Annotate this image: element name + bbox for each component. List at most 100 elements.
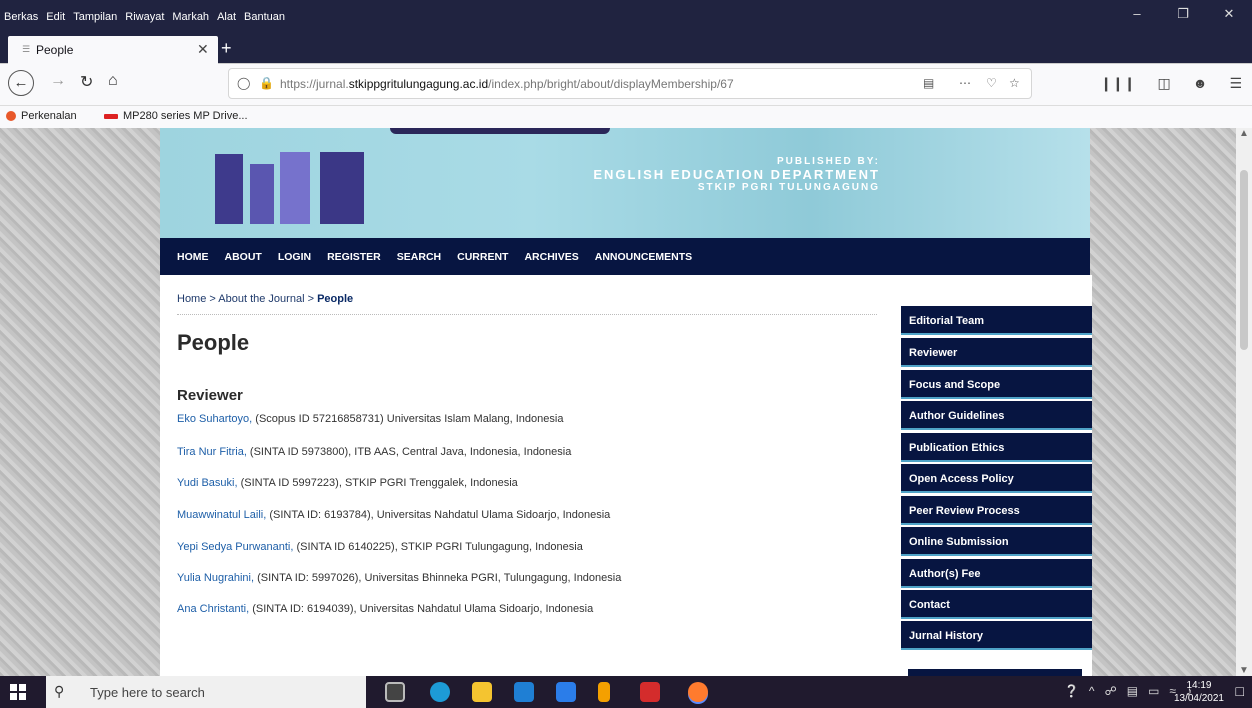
sidebar-item-open-access[interactable]: Open Access Policy (901, 464, 1092, 493)
sidebar-item-online-submission[interactable]: Online Submission (901, 527, 1092, 556)
menu-item-edit[interactable]: Edit (46, 11, 65, 23)
reviewer-name-link[interactable]: Yulia Nugrahini, (177, 572, 254, 584)
sidebar-item-editorial-team[interactable]: Editorial Team (901, 306, 1092, 335)
reload-icon[interactable]: ↻ (80, 72, 93, 92)
logo-bar (320, 152, 364, 224)
tracking-protection-icon[interactable]: ◯ (237, 76, 250, 90)
menu-item-tampilan[interactable]: Tampilan (73, 11, 117, 23)
tray-expand-icon[interactable]: ^ (1089, 684, 1095, 698)
menu-item-riwayat[interactable]: Riwayat (125, 11, 164, 23)
scroll-up-icon[interactable]: ▲ (1239, 128, 1249, 139)
winamp-icon[interactable] (598, 682, 610, 702)
lock-icon[interactable]: 🔒 (259, 76, 274, 90)
bookmark-mp280[interactable]: MP280 series MP Drive... (104, 110, 248, 122)
home-icon[interactable]: ⌂ (108, 72, 118, 90)
journal-banner: PUBLISHED BY: ENGLISH EDUCATION DEPARTME… (160, 128, 1090, 238)
tab-people[interactable]: ☰ People ✕ (8, 36, 218, 64)
sidebar-item-author-fee[interactable]: Author(s) Fee (901, 559, 1092, 588)
sidebar-item-publication-ethics[interactable]: Publication Ethics (901, 433, 1092, 462)
help-icon[interactable]: ❔ (1064, 684, 1079, 698)
page-title: People (177, 330, 250, 355)
dropbox-icon[interactable] (556, 682, 576, 702)
close-tab-icon[interactable]: ✕ (197, 41, 209, 58)
page-favicon-icon: ☰ (22, 44, 31, 54)
breadcrumb-separator: > (206, 293, 219, 305)
bookmark-perkenalan[interactable]: Perkenalan (6, 110, 77, 122)
account-icon[interactable]: ☻ (1193, 75, 1208, 92)
sidebar-item-author-guidelines[interactable]: Author Guidelines (901, 401, 1092, 430)
sidebar-item-reviewer[interactable]: Reviewer (901, 338, 1092, 367)
clock-time: 14:19 (1186, 680, 1212, 691)
reviewer-name-link[interactable]: Yudi Basuki, (177, 477, 238, 489)
sidebar-item-jurnal-history[interactable]: Jurnal History (901, 621, 1092, 650)
menu-item-bantuan[interactable]: Bantuan (244, 11, 285, 23)
nav-login[interactable]: LOGIN (278, 251, 311, 263)
url-text: https://jurnal.stkippgritulungagung.ac.i… (280, 77, 734, 91)
device-icon[interactable]: ☍ (1105, 684, 1117, 698)
reviewer-detail: (SINTA ID 5997223), STKIP PGRI Trenggale… (237, 477, 518, 489)
nav-archives[interactable]: ARCHIVES (524, 251, 578, 263)
breadcrumb: Home > About the Journal > People (177, 293, 353, 305)
list-item: Muawwinatul Laili, (SINTA ID: 6193784), … (177, 509, 610, 521)
menu-item-markah[interactable]: Markah (172, 11, 209, 23)
minimize-icon[interactable]: – (1114, 6, 1160, 22)
reviewer-detail: (SINTA ID: 6193784), Universitas Nahdatu… (266, 509, 611, 521)
page-scrollbar[interactable]: ▲ ▼ (1236, 128, 1252, 676)
breadcrumb-current[interactable]: People (317, 293, 353, 305)
nav-search[interactable]: SEARCH (397, 251, 441, 263)
notifications-icon[interactable]: □ (1236, 683, 1244, 699)
menu-item-berkas[interactable]: Berkas (4, 11, 38, 23)
breadcrumb-separator: > (304, 293, 318, 305)
library-icon[interactable]: ❙❙❙ (1100, 75, 1135, 92)
restore-icon[interactable]: ❐ (1160, 6, 1206, 22)
back-icon[interactable]: ← (8, 70, 34, 96)
hamburger-menu-icon[interactable]: ☰ (1229, 75, 1242, 92)
clock[interactable]: 14:19 13/04/2021 (1174, 679, 1224, 705)
reader-view-icon[interactable]: ▤ (923, 76, 934, 90)
reviewer-name-link[interactable]: Yepi Sedya Purwananti, (177, 541, 293, 553)
acrobat-icon[interactable] (640, 682, 660, 702)
toolbar-right: ❙❙❙ ◫ ☻ ☰ (1100, 75, 1242, 92)
nav-announcements[interactable]: ANNOUNCEMENTS (595, 251, 692, 263)
reviewer-name-link[interactable]: Muawwinatul Laili, (177, 509, 266, 521)
menu-bar: Berkas Edit Tampilan Riwayat Markah Alat… (4, 11, 285, 23)
divider (177, 314, 877, 315)
page-actions-icon[interactable]: ⋯ (959, 76, 971, 90)
close-window-icon[interactable]: ✕ (1206, 6, 1252, 22)
journal-nav: HOME ABOUT LOGIN REGISTER SEARCH CURRENT… (160, 238, 1090, 275)
taskbar-search[interactable]: ⚲ Type here to search (46, 676, 366, 708)
reviewer-name-link[interactable]: Ana Christanti, (177, 603, 249, 615)
bookmark-star-icon[interactable]: ☆ (1009, 76, 1020, 90)
breadcrumb-about[interactable]: About the Journal (218, 293, 304, 305)
taskbar: ⚲ Type here to search ❔ ^ ☍ ▤ ▭ ≈ ♪ 14:1… (0, 676, 1252, 708)
breadcrumb-home[interactable]: Home (177, 293, 206, 305)
nav-home[interactable]: HOME (177, 251, 209, 263)
pocket-icon[interactable]: ♡ (986, 76, 997, 90)
menu-item-alat[interactable]: Alat (217, 11, 236, 23)
sidebar-toggle-icon[interactable]: ◫ (1157, 75, 1170, 92)
battery-icon[interactable]: ▭ (1148, 684, 1159, 698)
new-tab-icon[interactable]: + (221, 38, 232, 59)
forward-icon[interactable]: → (50, 72, 66, 90)
network-status-icon[interactable]: ▤ (1127, 684, 1138, 698)
windows-start-icon[interactable] (10, 684, 26, 700)
nav-about[interactable]: ABOUT (225, 251, 262, 263)
sidebar-item-contact[interactable]: Contact (901, 590, 1092, 619)
sidebar-item-focus-scope[interactable]: Focus and Scope (901, 370, 1092, 399)
url-bar[interactable]: ◯ 🔒 https://jurnal.stkippgritulungagung.… (228, 68, 1032, 99)
nav-current[interactable]: CURRENT (457, 251, 508, 263)
reviewer-name-link[interactable]: Eko Suhartoyo, (177, 413, 252, 425)
logo-bar (250, 164, 274, 224)
scrollbar-thumb[interactable] (1240, 170, 1248, 350)
file-explorer-icon[interactable] (472, 682, 492, 702)
nav-register[interactable]: REGISTER (327, 251, 381, 263)
mail-icon[interactable] (514, 682, 534, 702)
edge-icon[interactable] (430, 682, 450, 702)
list-item: Yepi Sedya Purwananti, (SINTA ID 6140225… (177, 541, 583, 553)
firefox-taskbar-icon[interactable] (688, 682, 708, 702)
sidebar-block (908, 669, 1082, 676)
scroll-down-icon[interactable]: ▼ (1239, 665, 1249, 676)
sidebar-item-peer-review[interactable]: Peer Review Process (901, 496, 1092, 525)
task-view-icon[interactable] (385, 682, 405, 702)
reviewer-name-link[interactable]: Tira Nur Fitria, (177, 446, 247, 458)
